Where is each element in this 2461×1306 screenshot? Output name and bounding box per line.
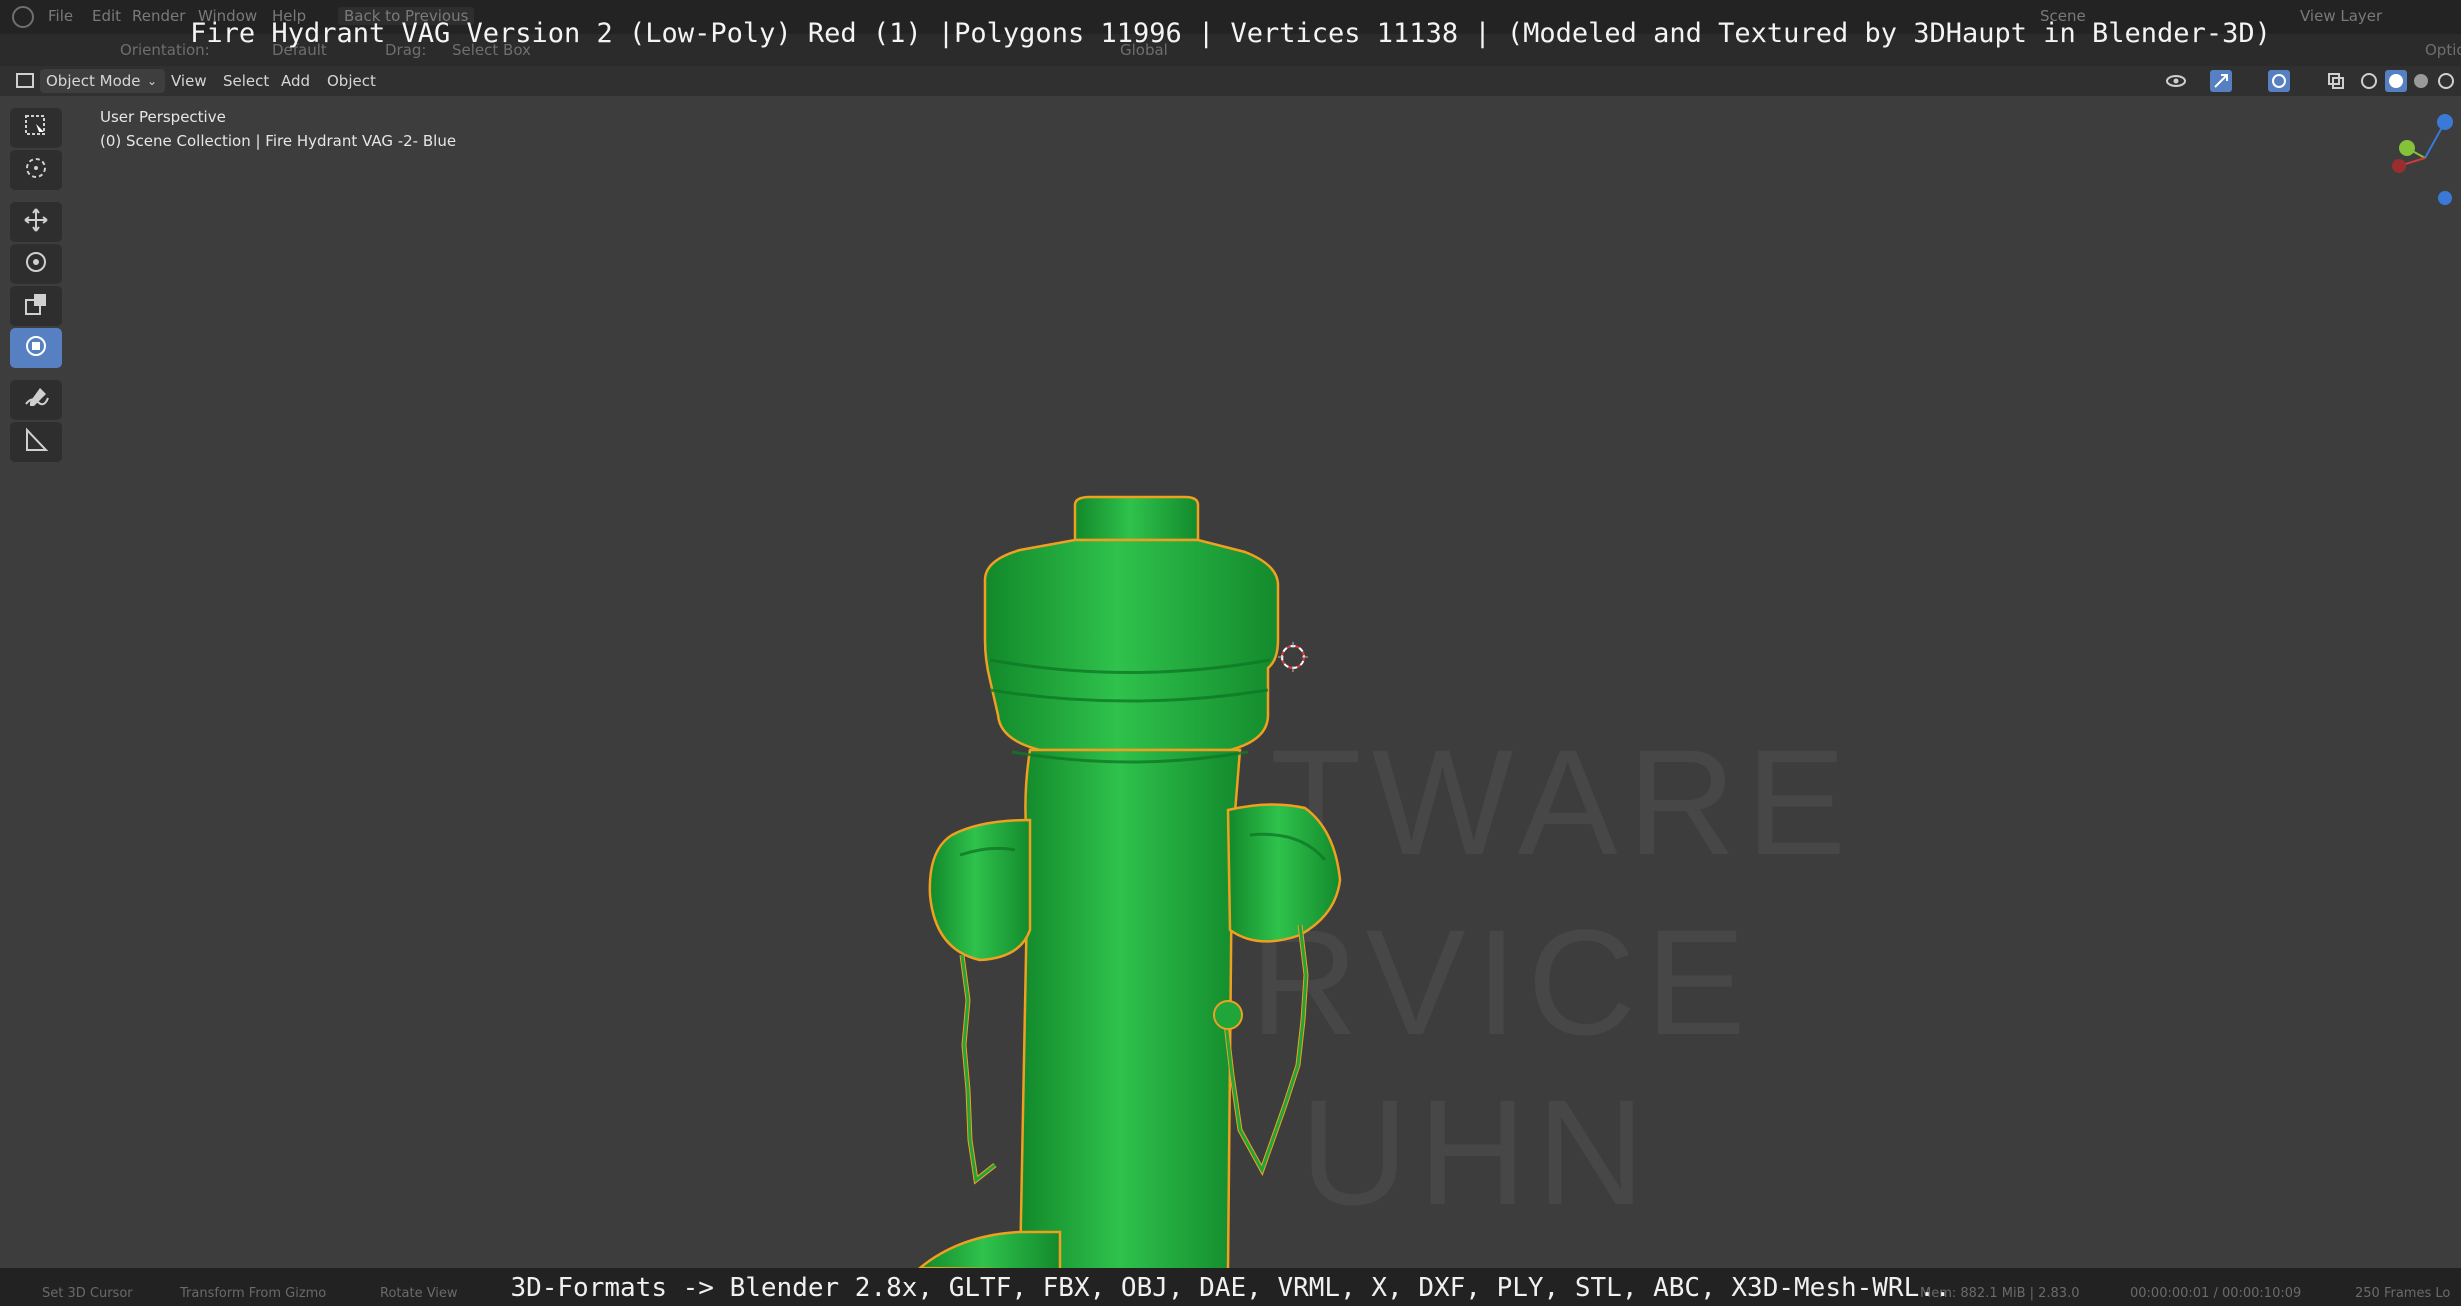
fire-hydrant-model[interactable] — [0, 0, 2461, 1306]
3d-cursor-icon — [1278, 642, 1308, 672]
formats-footer-text: 3D-Formats -> Blender 2.8x, GLTF, FBX, O… — [510, 1273, 1951, 1303]
